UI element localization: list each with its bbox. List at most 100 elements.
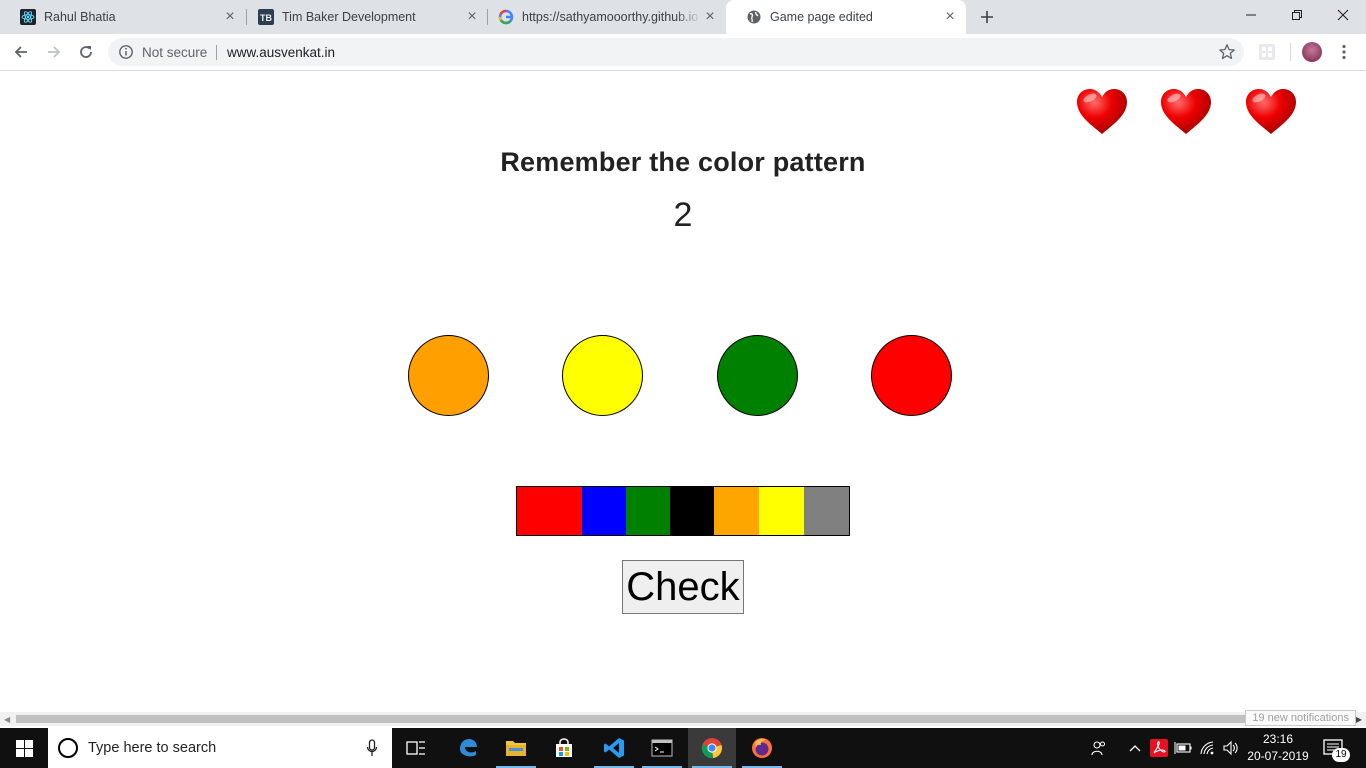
tab-rahul-bhatia[interactable]: Rahul Bhatia × bbox=[0, 0, 246, 34]
tab-close-icon[interactable]: × bbox=[702, 9, 718, 25]
swatch-red[interactable] bbox=[517, 487, 582, 535]
edge-icon bbox=[460, 739, 477, 757]
terminal-app[interactable] bbox=[638, 728, 686, 768]
task-view-icon bbox=[406, 741, 425, 755]
windows-logo-icon bbox=[15, 739, 33, 757]
clock-time: 23:16 bbox=[1262, 732, 1294, 746]
swatch-blue[interactable] bbox=[582, 487, 626, 535]
browser-toolbar: Not secure www.ausvenkat.in bbox=[0, 34, 1366, 71]
plus-icon bbox=[981, 11, 993, 23]
wifi-icon[interactable] bbox=[1198, 738, 1218, 758]
acrobat-tray-icon[interactable] bbox=[1149, 738, 1169, 758]
countdown-counter: 2 bbox=[673, 196, 693, 234]
globe-icon bbox=[746, 9, 762, 25]
scrollbar-thumb[interactable] bbox=[16, 715, 1350, 723]
swatch-orange[interactable] bbox=[714, 487, 759, 535]
swatch-yellow[interactable] bbox=[759, 487, 804, 535]
microphone-icon[interactable] bbox=[366, 739, 378, 757]
chrome-icon bbox=[701, 738, 722, 759]
tb-logo-icon: TB bbox=[258, 9, 274, 25]
check-button[interactable]: Check bbox=[622, 560, 744, 614]
restore-button[interactable] bbox=[1274, 0, 1320, 30]
tab-sathyamooorthy[interactable]: https://sathyamooorthy.github.io × bbox=[478, 0, 726, 34]
minimize-icon bbox=[1246, 14, 1256, 16]
pattern-circle-3[interactable] bbox=[717, 335, 798, 416]
cortana-icon bbox=[58, 738, 78, 758]
show-hidden-icons-chevron-icon[interactable] bbox=[1125, 738, 1145, 758]
firefox-icon bbox=[752, 738, 772, 758]
notification-count-badge: 19 bbox=[1332, 748, 1350, 762]
vscode-app[interactable] bbox=[590, 728, 638, 768]
tab-title: Rahul Bhatia bbox=[44, 10, 116, 24]
react-icon bbox=[20, 9, 36, 25]
tab-title: https://sathyamooorthy.github.io bbox=[522, 10, 699, 24]
file-explorer-app[interactable] bbox=[492, 728, 540, 768]
volume-icon[interactable] bbox=[1221, 738, 1241, 758]
toolbar-divider bbox=[1290, 43, 1291, 61]
clock-date: 20-07-2019 bbox=[1247, 749, 1309, 763]
swatch-green[interactable] bbox=[626, 487, 670, 535]
extension-icon[interactable] bbox=[1258, 43, 1276, 61]
url-text[interactable]: www.ausvenkat.in bbox=[227, 45, 335, 60]
google-icon bbox=[498, 9, 514, 25]
tab-tim-baker[interactable]: TB Tim Baker Development × bbox=[238, 0, 488, 34]
color-palette bbox=[516, 486, 850, 536]
vscode-icon bbox=[604, 738, 624, 758]
heart-life-icon bbox=[1246, 89, 1296, 134]
game-page: Remember the color pattern 2 Check bbox=[0, 72, 1366, 712]
taskbar-search-box[interactable]: Type here to search bbox=[48, 728, 392, 768]
search-placeholder: Type here to search bbox=[88, 740, 217, 756]
tab-close-icon[interactable]: × bbox=[942, 9, 958, 25]
arrow-left-icon bbox=[14, 46, 27, 58]
store-bag-icon bbox=[556, 738, 572, 757]
horizontal-scrollbar[interactable]: ◀ ▶ bbox=[0, 712, 1366, 726]
close-window-button[interactable] bbox=[1320, 0, 1366, 30]
close-icon bbox=[1337, 9, 1349, 21]
forward-button[interactable] bbox=[40, 38, 68, 66]
terminal-icon bbox=[651, 739, 673, 757]
omnibox-divider bbox=[216, 45, 217, 60]
pattern-circle-2[interactable] bbox=[562, 335, 643, 416]
browser-menu-button[interactable] bbox=[1334, 42, 1354, 62]
more-vertical-icon bbox=[1342, 44, 1346, 60]
task-view-button[interactable] bbox=[392, 728, 440, 768]
folder-icon bbox=[506, 741, 526, 756]
tab-strip: Rahul Bhatia × TB Tim Baker Development … bbox=[0, 0, 1366, 34]
scroll-left-arrow-icon[interactable]: ◀ bbox=[4, 715, 10, 724]
pattern-circle-1[interactable] bbox=[408, 335, 489, 416]
scroll-right-arrow-icon[interactable]: ▶ bbox=[1356, 715, 1362, 724]
taskbar-clock[interactable]: 23:16 20-07-2019 bbox=[1240, 731, 1316, 765]
tab-title: Tim Baker Development bbox=[282, 10, 416, 24]
reload-icon bbox=[80, 46, 92, 58]
star-icon[interactable] bbox=[1218, 43, 1236, 61]
reload-button[interactable] bbox=[72, 38, 100, 66]
tab-title: Game page edited bbox=[770, 10, 873, 24]
swatch-gray[interactable] bbox=[804, 487, 849, 535]
security-label: Not secure bbox=[142, 45, 208, 60]
windows-taskbar: Type here to search 23:16 20-07-2019 19 bbox=[0, 728, 1366, 768]
battery-icon[interactable] bbox=[1173, 738, 1193, 758]
heart-life-icon bbox=[1161, 89, 1211, 134]
firefox-app[interactable] bbox=[738, 728, 786, 768]
new-tab-button[interactable] bbox=[976, 6, 998, 28]
tab-game-page[interactable]: Game page edited × bbox=[726, 0, 966, 34]
back-button[interactable] bbox=[7, 38, 35, 66]
store-app[interactable] bbox=[540, 728, 588, 768]
address-bar[interactable]: Not secure www.ausvenkat.in bbox=[108, 38, 1244, 66]
start-button[interactable] bbox=[0, 728, 48, 768]
pattern-circle-4[interactable] bbox=[871, 335, 952, 416]
swatch-black[interactable] bbox=[670, 487, 714, 535]
people-icon[interactable] bbox=[1089, 738, 1109, 758]
chrome-app[interactable] bbox=[688, 728, 736, 768]
minimize-button[interactable] bbox=[1228, 0, 1274, 30]
restore-icon bbox=[1292, 10, 1302, 20]
notification-toast[interactable]: 19 new notifications bbox=[1245, 710, 1356, 726]
heart-life-icon bbox=[1077, 89, 1127, 134]
profile-avatar[interactable] bbox=[1302, 42, 1322, 62]
arrow-right-icon bbox=[48, 46, 61, 58]
svg-text:TB: TB bbox=[260, 13, 272, 23]
game-heading: Remember the color pattern bbox=[500, 147, 866, 177]
info-icon[interactable] bbox=[118, 44, 134, 60]
edge-app[interactable] bbox=[444, 728, 492, 768]
tab-close-icon[interactable]: × bbox=[222, 9, 238, 25]
